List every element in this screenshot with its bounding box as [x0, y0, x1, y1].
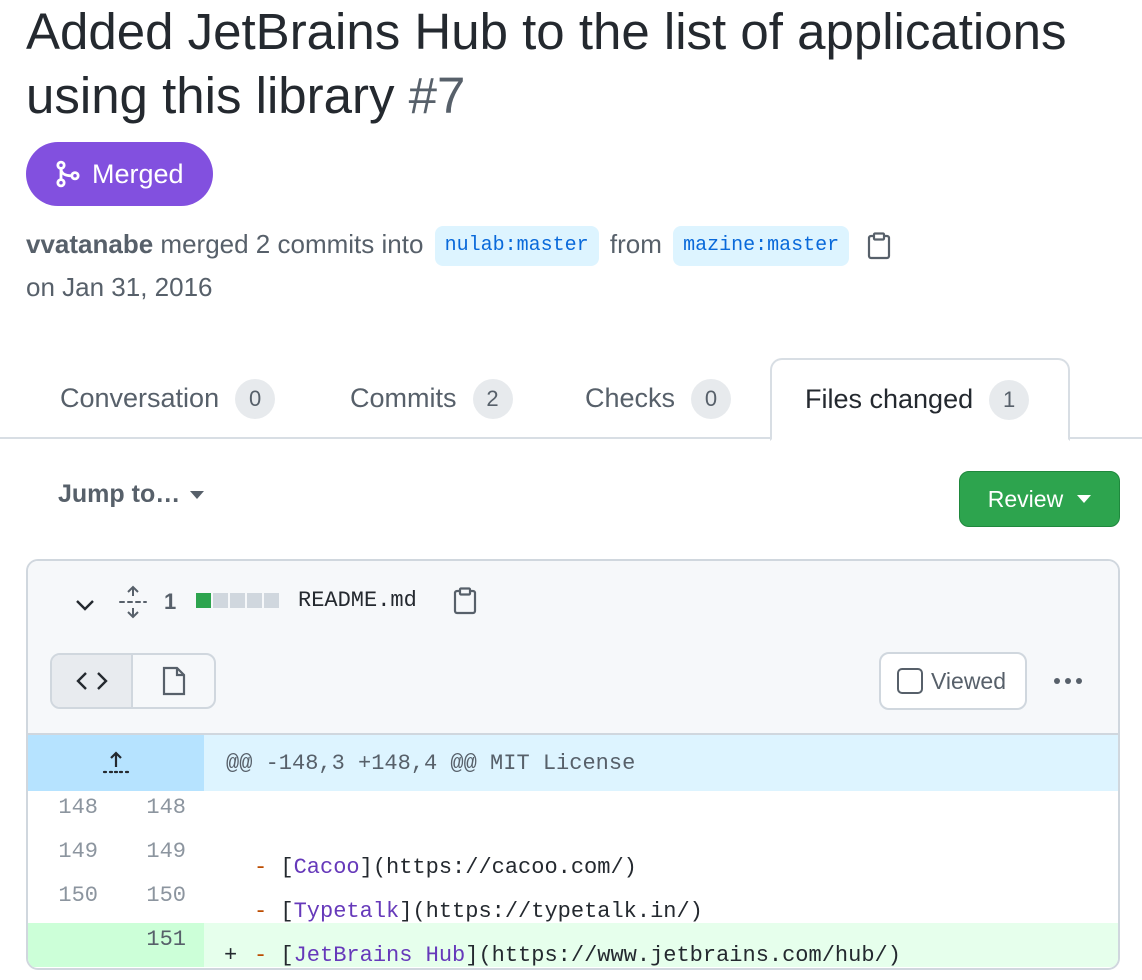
added-marker: +	[224, 943, 238, 968]
jump-to-label: Jump to…	[58, 480, 181, 508]
merge-action-text: merged 2 commits into	[160, 229, 424, 259]
rich-diff-button[interactable]	[133, 655, 214, 707]
line-code: - [Cacoo](https://cacoo.com/)	[254, 855, 637, 880]
diff-view-toggle	[50, 653, 216, 709]
old-line-number[interactable]	[28, 923, 116, 967]
review-label: Review	[987, 485, 1064, 512]
link-text: Cacoo	[293, 855, 360, 880]
tab-count: 0	[691, 378, 732, 419]
merge-date: on Jan 31, 2016	[26, 272, 213, 302]
diffstat-neutral-block	[247, 593, 262, 608]
pr-title: Added JetBrains Hub to the list of appli…	[26, 0, 1126, 128]
base-branch[interactable]: nulab:master	[434, 226, 599, 267]
diff-line: 148 148	[28, 791, 1118, 835]
tab-label: Files changed	[805, 384, 974, 414]
tab-files-changed[interactable]: Files changed 1	[770, 358, 1070, 441]
more-options-icon[interactable]	[1048, 661, 1088, 701]
link-url: ](https://cacoo.com/)	[359, 855, 637, 880]
file-name[interactable]: README.md	[298, 588, 417, 613]
new-line-number[interactable]: 151	[116, 923, 204, 967]
checkbox[interactable]	[897, 668, 923, 694]
review-button[interactable]: Review	[959, 471, 1120, 527]
file-diff: 1 README.md Viewed @@ -148,3 +148,4 @@ M…	[26, 559, 1120, 970]
new-line-number[interactable]: 150	[116, 879, 204, 923]
diffstat-neutral-block	[264, 593, 279, 608]
dot	[1065, 678, 1071, 684]
old-line-number[interactable]: 149	[28, 835, 116, 879]
link-url: ](https://typetalk.in/)	[399, 899, 703, 924]
pr-meta: vvatanabe merged 2 commits into nulab:ma…	[26, 224, 1026, 267]
status-label: Merged	[92, 158, 184, 189]
git-merge-icon	[56, 160, 80, 188]
diff-line: 150 150 - [Typetalk](https://typetalk.in…	[28, 879, 1118, 923]
pr-title-text: Added JetBrains Hub to the list of appli…	[26, 3, 1067, 124]
expand-icon[interactable]	[118, 585, 148, 619]
tab-conversation[interactable]: Conversation 0	[60, 358, 276, 439]
tab-count: 1	[989, 379, 1030, 420]
pr-number: #7	[408, 67, 466, 124]
link-url: ](https://www.jetbrains.com/hub/)	[465, 943, 901, 968]
old-line-number[interactable]: 148	[28, 791, 116, 835]
hunk-header-text: @@ -148,3 +148,4 @@ MIT License	[226, 750, 636, 776]
from-text: from	[609, 229, 662, 259]
diffstat-added-block	[196, 593, 211, 608]
viewed-label: Viewed	[931, 667, 1007, 694]
link-text: Typetalk	[293, 899, 400, 924]
hunk-header: @@ -148,3 +148,4 @@ MIT License	[28, 735, 1118, 791]
caret-down-icon	[190, 490, 205, 499]
merged-status-badge: Merged	[26, 142, 213, 206]
code-icon	[75, 672, 108, 690]
tab-label: Commits	[350, 383, 457, 413]
dot	[1076, 678, 1082, 684]
link-text: JetBrains Hub	[293, 943, 466, 968]
author-link[interactable]: vvatanabe	[26, 229, 153, 259]
new-line-number[interactable]: 148	[116, 791, 204, 835]
diff-line-added: 151 + - [JetBrains Hub](https://www.jetbr…	[28, 923, 1118, 967]
tab-count: 2	[472, 378, 513, 419]
tab-checks[interactable]: Checks 0	[585, 358, 732, 439]
list-dash: -	[254, 855, 268, 880]
diffstat-bar	[196, 593, 279, 608]
file-header: 1 README.md Viewed	[28, 561, 1118, 735]
new-line-number[interactable]: 149	[116, 835, 204, 879]
diffstat-neutral-block	[230, 593, 245, 608]
caret-down-icon	[1077, 495, 1092, 503]
jump-to-menu[interactable]: Jump to…	[58, 480, 205, 509]
tab-count: 0	[235, 378, 276, 419]
tab-label: Conversation	[60, 383, 220, 413]
file-icon	[162, 666, 185, 696]
diff-line: 149 149 - [Cacoo](https://cacoo.com/)	[28, 835, 1118, 879]
line-code	[204, 791, 1118, 835]
line-code: + - [JetBrains Hub](https://www.jetbrains…	[224, 943, 901, 968]
expand-up-icon[interactable]	[28, 735, 204, 791]
dot	[1054, 678, 1060, 684]
source-diff-button[interactable]	[52, 655, 133, 707]
copy-icon[interactable]	[452, 587, 478, 615]
list-dash: -	[254, 943, 268, 968]
list-dash: -	[254, 899, 268, 924]
chevron-down-icon[interactable]	[72, 591, 98, 617]
diffstat-neutral-block	[213, 593, 228, 608]
diff-change-count: 1	[164, 589, 177, 614]
copy-icon[interactable]	[866, 232, 892, 260]
viewed-checkbox-button[interactable]: Viewed	[879, 652, 1027, 710]
tab-label: Checks	[585, 383, 676, 413]
tab-commits[interactable]: Commits 2	[350, 358, 513, 439]
old-line-number[interactable]: 150	[28, 879, 116, 923]
pr-tabs: Conversation 0 Commits 2 Checks 0 Files …	[0, 358, 1142, 441]
line-code: - [Typetalk](https://typetalk.in/)	[254, 899, 703, 924]
head-branch[interactable]: mazine:master	[673, 226, 850, 267]
